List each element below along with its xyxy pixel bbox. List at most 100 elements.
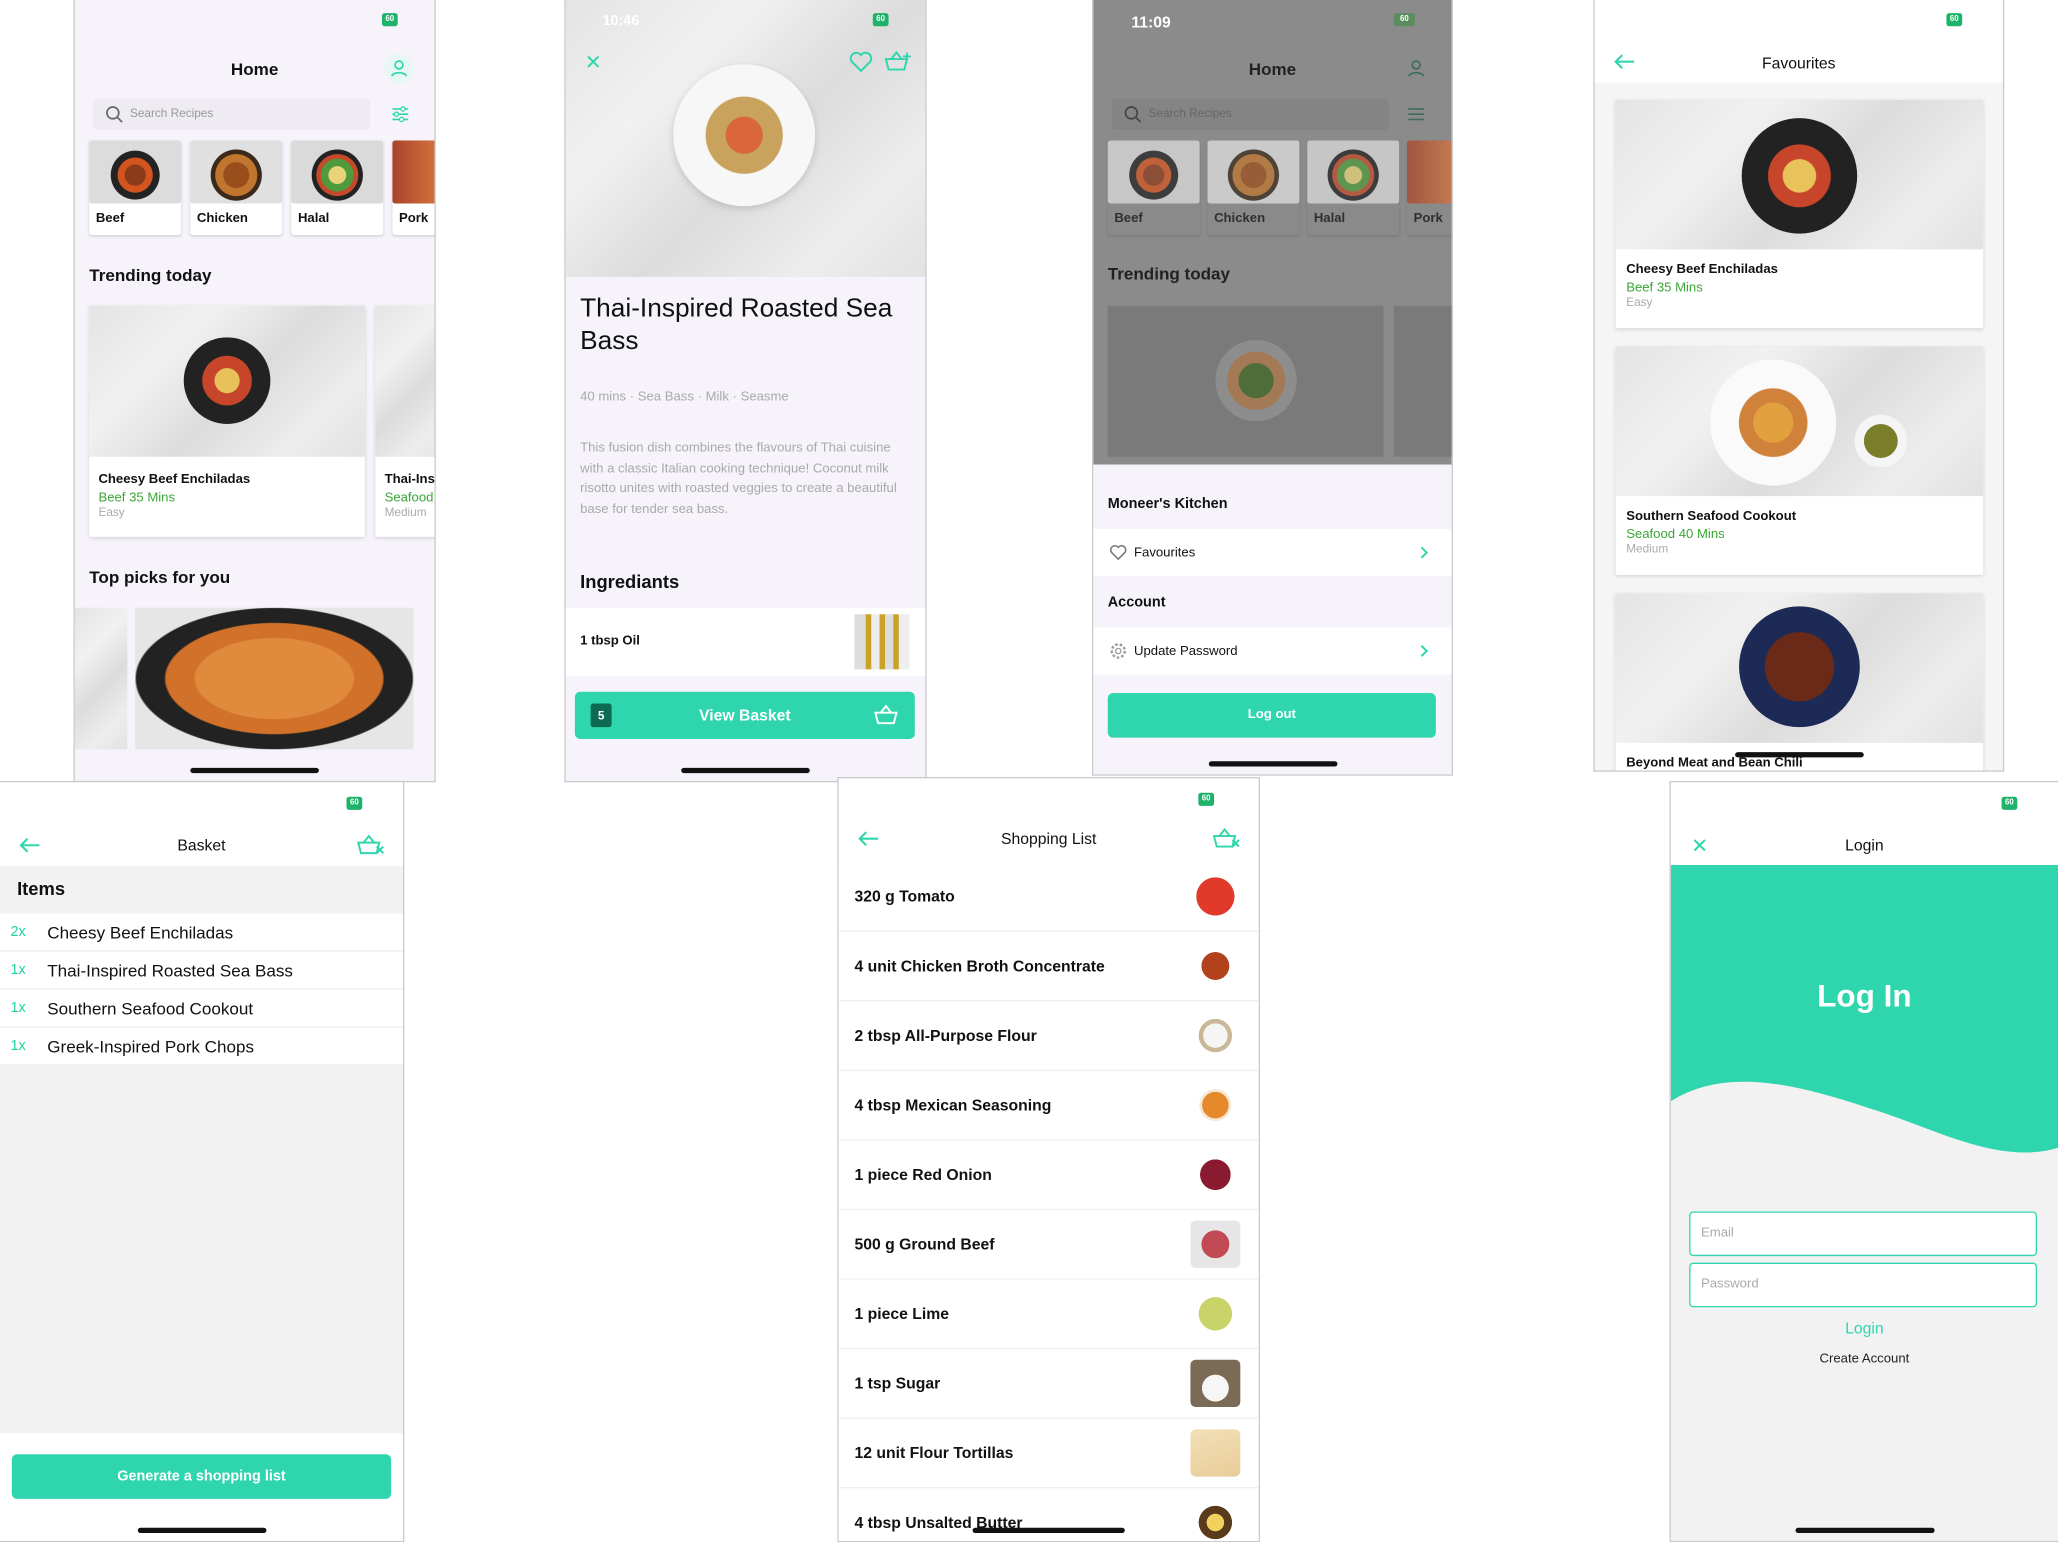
shopping-item[interactable]: 1 piece Red Onion [839, 1141, 1259, 1211]
basket-qty: 2x [11, 924, 48, 940]
generate-shopping-list-button[interactable]: Generate a shopping list [12, 1454, 391, 1499]
heart-icon [1109, 543, 1127, 561]
basket-item[interactable]: 1xGreek-Inspired Pork Chops [0, 1028, 403, 1066]
recipe-meta: Seafood [385, 491, 436, 505]
shopping-item[interactable]: 320 g Tomato [839, 862, 1259, 932]
battery-icon: 60 [2002, 797, 2018, 810]
ingredient-name: 1 tbsp Oil [580, 634, 640, 648]
shopping-item-name: 1 tsp Sugar [854, 1374, 940, 1392]
shopping-item-name: 4 unit Chicken Broth Concentrate [854, 957, 1104, 975]
favourites-screen: 60 Favourites Cheesy Beef Enchiladas Bee… [1593, 0, 2004, 772]
shopping-item[interactable]: 500 g Ground Beef [839, 1210, 1259, 1280]
recipe-difficulty: Medium [385, 505, 436, 518]
shopping-item[interactable]: 1 tsp Sugar [839, 1349, 1259, 1419]
recipe-name: Southern Seafood Cookout [1626, 509, 1973, 523]
search-icon [1117, 98, 1149, 130]
page-title: Shopping List [839, 830, 1259, 848]
home-indicator [137, 1528, 266, 1533]
basket-item[interactable]: 1xSouthern Seafood Cookout [0, 990, 403, 1028]
status-time: 11:09 [1131, 13, 1170, 31]
shopping-item[interactable]: 12 unit Flour Tortillas [839, 1419, 1259, 1489]
category-label: Halal [1307, 203, 1399, 225]
screenshot-collage: 60 Home Search Recipes Beef Chicken Hala… [0, 0, 2058, 1540]
page-title: Home [1093, 59, 1451, 79]
basket-item[interactable]: 1xThai-Inspired Roasted Sea Bass [0, 952, 403, 990]
search-placeholder: Search Recipes [130, 106, 213, 119]
chevron-right-icon [1418, 545, 1431, 561]
dimmed-home-overlay[interactable]: 11:09 60 Home Search Recipes Beef Chicke… [1093, 0, 1451, 465]
shopping-item[interactable]: 4 tbsp Mexican Seasoning [839, 1071, 1259, 1141]
heart-icon[interactable] [848, 50, 874, 74]
category-beef[interactable]: Beef [89, 140, 181, 235]
battery-icon: 60 [1946, 13, 1962, 26]
shopping-item[interactable]: 1 piece Lime [839, 1280, 1259, 1350]
tortillas-image [1190, 1429, 1240, 1476]
recipe-meta: Beef 35 Mins [1626, 281, 1973, 295]
category-chicken[interactable]: Chicken [190, 140, 282, 235]
login-link[interactable]: Login [1671, 1319, 2058, 1337]
basket-qty: 1x [11, 962, 48, 978]
recipe-meta: Beef 35 Mins [98, 491, 355, 505]
kitchen-title: Moneer's Kitchen [1108, 496, 1228, 512]
shopping-item[interactable]: 2 tbsp All-Purpose Flour [839, 1001, 1259, 1071]
filter-icon[interactable] [389, 102, 413, 126]
email-field[interactable]: Email [1689, 1211, 2037, 1256]
gear-icon [1109, 642, 1127, 660]
home-indicator [973, 1528, 1125, 1533]
update-password-row[interactable]: Update Password [1093, 627, 1451, 674]
favourites-label: Favourites [1134, 546, 1195, 560]
shopping-item[interactable]: 4 tbsp Unsalted Butter [839, 1488, 1259, 1542]
filter-icon [1404, 102, 1428, 126]
password-field[interactable]: Password [1689, 1263, 2037, 1308]
favourites-row[interactable]: Favourites [1093, 529, 1451, 576]
recipe-hero-image: 10:46 [566, 0, 926, 277]
recipe-difficulty: Medium [1626, 542, 1973, 555]
top-pick-image[interactable] [75, 608, 128, 750]
trending-card[interactable]: Cheesy Beef Enchiladas Beef 35 Mins Easy [89, 306, 365, 537]
home-indicator [681, 768, 810, 773]
seasoning-image [1190, 1082, 1240, 1129]
basket-qty: 1x [11, 1000, 48, 1016]
basket-add-icon[interactable] [883, 50, 912, 74]
basket-qty: 1x [11, 1038, 48, 1054]
login-screen: 60 Login Log In Email Password Login Cre… [1670, 781, 2058, 1542]
trending-title: Trending today [89, 265, 211, 285]
view-basket-button[interactable]: 5 View Basket [575, 692, 915, 739]
category-halal[interactable]: Halal [291, 140, 383, 235]
create-account-link[interactable]: Create Account [1671, 1352, 2058, 1366]
trending-card[interactable]: Thai-Ins Seafood Medium [375, 306, 435, 537]
recipe-name: Thai-Ins [385, 473, 436, 487]
shopping-item-name: 1 piece Lime [854, 1305, 949, 1323]
ingredient-thumb [854, 614, 909, 669]
favourite-card[interactable]: Southern Seafood Cookout Seafood 40 Mins… [1616, 347, 1984, 575]
basket-clear-icon[interactable] [1211, 827, 1240, 851]
login-heading: Log In [1671, 979, 2058, 1016]
recipe-name: Beyond Meat and Bean Chili [1626, 756, 1973, 770]
close-icon[interactable] [584, 53, 602, 71]
recipe-difficulty: Easy [1626, 295, 1973, 308]
basket-item[interactable]: 2xCheesy Beef Enchiladas [0, 914, 403, 952]
battery-icon: 60 [347, 797, 363, 810]
butter-image [1190, 1499, 1240, 1542]
top-picks-title: Top picks for you [89, 567, 230, 587]
basket-clear-icon[interactable] [356, 833, 385, 857]
recipe-title: Thai-Inspired Roasted Sea Bass [580, 293, 899, 359]
search-input[interactable]: Search Recipes [93, 98, 370, 130]
shopping-item-name: 2 tbsp All-Purpose Flour [854, 1026, 1036, 1044]
favourite-card[interactable]: Cheesy Beef Enchiladas Beef 35 Mins Easy [1616, 100, 1984, 328]
recipe-name: Cheesy Beef Enchiladas [1626, 263, 1973, 277]
profile-icon[interactable] [385, 54, 414, 83]
favourite-card[interactable]: Beyond Meat and Bean Chili [1616, 593, 1984, 772]
recipe-detail-screen: 10:46 60 Thai-Inspired Roasted Sea Bass … [564, 0, 926, 782]
logout-button[interactable]: Log out [1108, 693, 1436, 738]
category-halal: Halal [1307, 140, 1399, 235]
basket-count-badge: 5 [591, 704, 612, 728]
shopping-item[interactable]: 4 unit Chicken Broth Concentrate [839, 932, 1259, 1002]
category-label: Pork [1407, 203, 1453, 225]
trending-card [1394, 306, 1453, 457]
shopping-item-name: 4 tbsp Mexican Seasoning [854, 1096, 1051, 1114]
top-pick-image[interactable] [135, 608, 413, 750]
category-pork[interactable]: Pork [392, 140, 435, 235]
battery-icon: 60 [382, 13, 398, 26]
category-label: Chicken [1208, 203, 1300, 225]
